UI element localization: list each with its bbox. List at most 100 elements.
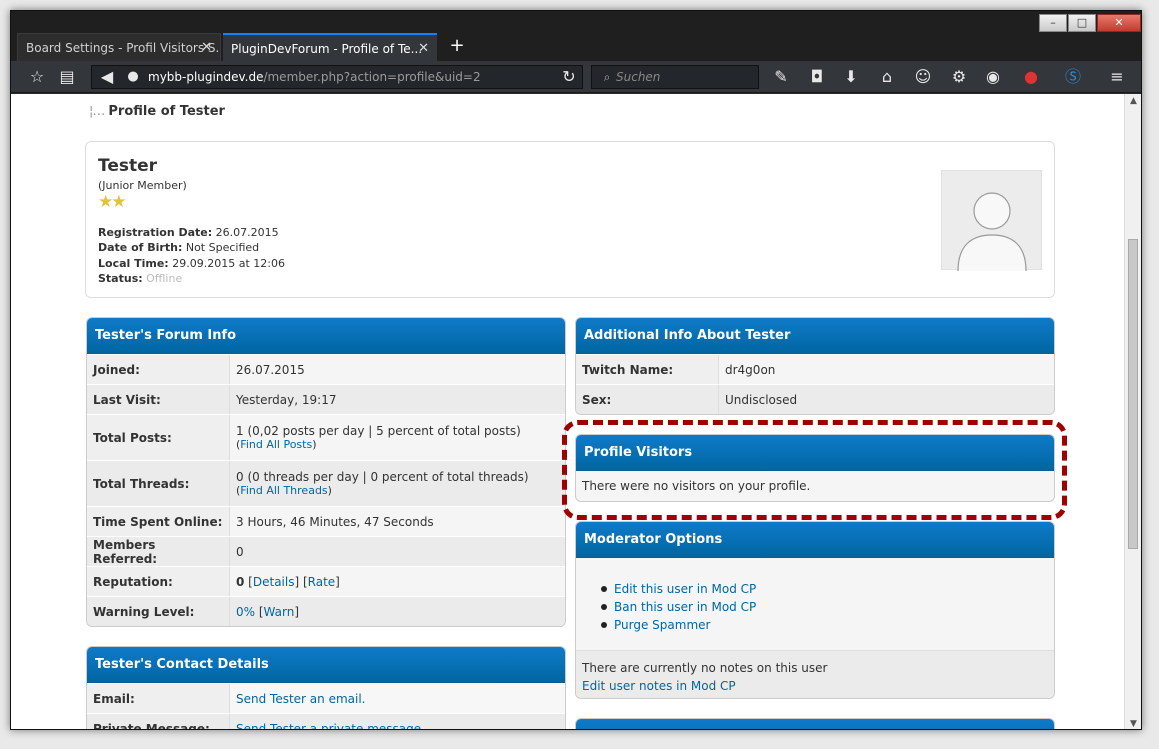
row-email: Email: Send Tester an email. [87,683,565,713]
find-all-threads-link[interactable]: Find All Threads [240,484,327,497]
label: Reputation: [87,567,230,596]
maximize-icon[interactable]: □ [1068,14,1096,32]
value: Yesterday, 19:17 [230,385,565,414]
value: 3 Hours, 46 Minutes, 47 Seconds [230,507,565,536]
posts-text: 1 (0,02 posts per day | 5 percent of tot… [236,424,521,438]
row-total-posts: Total Posts: 1 (0,02 posts per day | 5 pe… [87,414,565,460]
label: Joined: [87,355,230,384]
close-window-icon[interactable]: ✕ [1097,14,1141,32]
edit-notes-link[interactable]: Edit user notes in Mod CP [582,677,1048,695]
new-tab-icon[interactable]: + [445,33,469,61]
back-icon[interactable]: ◀ [95,65,119,89]
scrollbar-thumb[interactable] [1128,239,1138,549]
registration-date: Registration Date: 26.07.2015 [98,226,279,239]
send-pm-link[interactable]: Send Tester a private message. [236,722,559,730]
label: Total Posts: [87,415,230,460]
status: Status: Offline [98,272,182,285]
value: dr4g0on [719,355,1054,384]
home-icon[interactable]: ⌂ [875,65,899,89]
minimize-icon[interactable]: – [1039,14,1067,32]
tab-board-settings[interactable]: Board Settings - Profil Visitors S... ✕ [17,33,221,61]
forum-info-panel: Tester's Forum Info Joined: 26.07.2015 La… [86,317,566,627]
url-path: /member.php?action=profile&uid=2 [263,70,481,84]
profile-group: (Junior Member) [98,179,187,192]
date-of-birth: Date of Birth: Not Specified [98,241,259,254]
grid-icon[interactable]: ⚙ [947,65,971,89]
pocket-icon[interactable]: ◘ [805,65,829,89]
admin-title: Administrator Options [576,719,1054,729]
value: 0 (0 threads per day | 0 percent of tota… [230,461,565,506]
label: Members Referred: [87,537,230,566]
vertical-scrollbar[interactable]: ▲ ▼ [1124,94,1141,729]
browser-window: Board Settings - Profil Visitors S... ✕ … [10,10,1142,730]
send-email-link[interactable]: Send Tester an email. [236,692,559,706]
value: 26.07.2015 [230,355,565,384]
local-time: Local Time: 29.09.2015 at 12:06 [98,257,285,270]
notes-section: There are currently no notes on this use… [576,650,1054,698]
find-posts-wrap: (Find All Posts) [236,438,317,451]
value: 29.09.2015 at 12:06 [172,257,285,270]
ban-user-link[interactable]: Ban this user in Mod CP [601,598,1054,616]
search-icon: ⌕ [603,70,611,84]
label: Sex: [576,385,719,414]
download-icon[interactable]: ⬇ [839,65,863,89]
edit-user-link[interactable]: Edit this user in Mod CP [601,580,1054,598]
breadcrumb-tree-icon: ¦… [89,104,105,119]
reload-icon[interactable]: ↻ [557,65,581,89]
warn-link[interactable]: Warn [264,605,295,619]
value: Undisclosed [719,385,1054,414]
threads-text: 0 (0 threads per day | 0 percent of tota… [236,470,529,484]
default-avatar-icon [957,192,1027,272]
scroll-up-icon[interactable]: ▲ [1125,94,1141,108]
addon-icon[interactable]: ◉ [981,65,1005,89]
row-sex: Sex: Undisclosed [576,384,1054,414]
profile-box: Tester (Junior Member) ★★ Registration D… [85,141,1055,298]
menu-icon[interactable]: ≡ [1105,65,1129,89]
value: Send Tester a private message. [230,714,565,730]
row-joined: Joined: 26.07.2015 [87,354,565,384]
moderator-list: Edit this user in Mod CP Ban this user i… [576,558,1054,650]
contact-title: Tester's Contact Details [87,647,565,683]
reading-list-icon[interactable]: ▤ [55,65,79,89]
value: 0 [230,537,565,566]
moderator-panel: Moderator Options Edit this user in Mod … [575,521,1055,699]
value: Send Tester an email. [230,684,565,713]
purge-spammer-link[interactable]: Purge Spammer [601,616,1054,634]
find-all-posts-link[interactable]: Find All Posts [240,438,312,451]
label: Private Message: [87,714,230,729]
url-bar[interactable]: mybb-plugindev.de/member.php?action=prof… [91,65,583,89]
smiley-icon[interactable]: ☺ [911,65,935,89]
tab-profile[interactable]: PluginDevForum - Profile of Te... ✕ [223,33,437,61]
breadcrumb-label: Profile of Tester [108,104,225,119]
forum-info-title: Tester's Forum Info [87,318,565,354]
close-tab-icon[interactable]: ✕ [201,34,212,61]
status-value: Offline [146,272,183,285]
row-reputation: Reputation: 0 [Details] [Rate] [87,566,565,596]
wrench-icon[interactable]: ✎ [769,65,793,89]
highlight-box [562,420,1067,520]
label: Status: [98,272,143,285]
reputation-rate-link[interactable]: Rate [308,575,336,589]
avatar [941,170,1042,272]
warning-level-link[interactable]: 0% [236,605,255,619]
warning-line: 0% [Warn] [236,604,300,619]
value: Not Specified [185,241,260,254]
adblock-icon[interactable]: ● [1019,65,1043,89]
reputation-details-link[interactable]: Details [253,575,295,589]
row-total-threads: Total Threads: 0 (0 threads per day | 0 p… [87,460,565,506]
reputation-line: 0 [Details] [Rate] [236,574,340,589]
label: Local Time: [98,257,169,270]
page-content: ¦… Profile of Tester Tester (Junior Membe… [11,94,1126,730]
row-last-visit: Last Visit: Yesterday, 19:17 [87,384,565,414]
window-controls: – □ ✕ [1038,14,1141,34]
breadcrumb: ¦… Profile of Tester [89,104,225,119]
search-placeholder: Suchen [616,70,661,84]
tab-label: PluginDevForum - Profile of Te... [231,42,423,56]
profile-name: Tester [98,156,158,176]
scroll-down-icon[interactable]: ▼ [1125,717,1141,729]
url-host: mybb-plugindev.de [148,70,264,84]
sync-icon[interactable]: Ⓢ [1061,65,1085,89]
reputation-value: 0 [236,574,245,589]
close-tab-icon[interactable]: ✕ [418,35,429,61]
bookmark-star-icon[interactable]: ☆ [25,65,49,89]
